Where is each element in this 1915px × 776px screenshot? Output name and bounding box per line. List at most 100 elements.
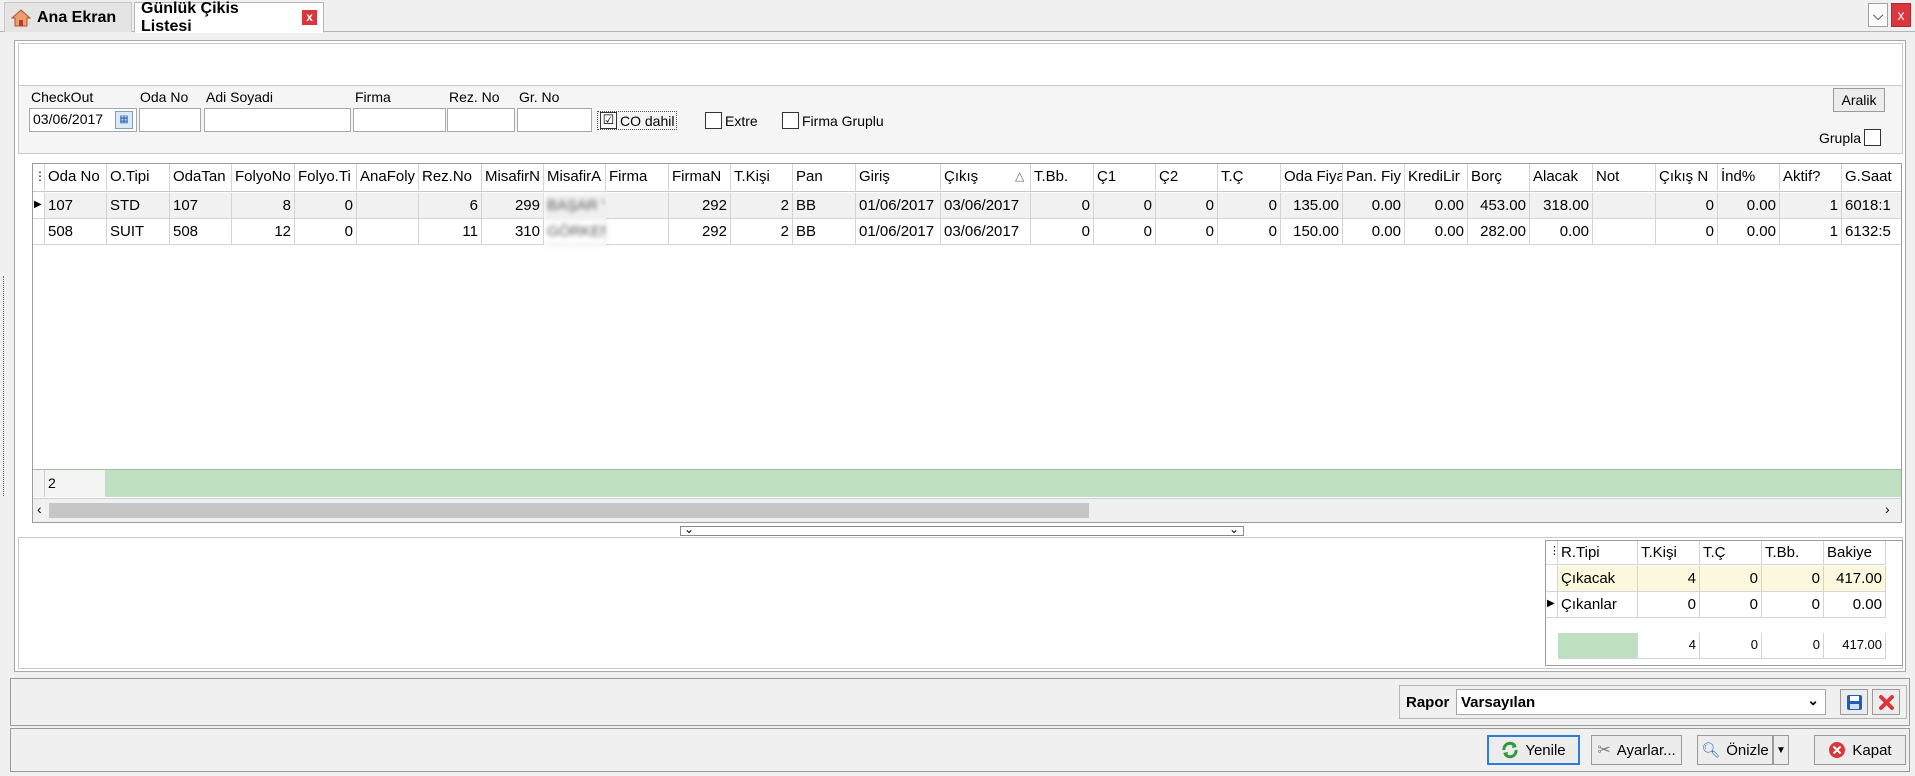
column-header[interactable]: Oda Fiya	[1281, 164, 1343, 192]
table-cell[interactable]: BB	[793, 219, 856, 245]
table-cell[interactable]: 282.00	[1468, 219, 1530, 245]
extre-checkbox[interactable]: Extre	[705, 112, 758, 129]
table-row[interactable]: ▶107STD107806299BAŞAR YALSIN2922BB01/06/…	[33, 193, 1901, 219]
summary-column-header[interactable]: T.Kişi	[1638, 541, 1700, 565]
tab-home[interactable]: Ana Ekran	[4, 2, 132, 32]
summary-cell[interactable]: 417.00	[1824, 566, 1886, 592]
table-cell[interactable]: 299	[482, 193, 544, 219]
table-cell[interactable]: 0	[1031, 219, 1094, 245]
table-cell[interactable]: SUIT	[107, 219, 170, 245]
table-cell[interactable]: 508	[45, 219, 107, 245]
summary-cell[interactable]: 4	[1638, 566, 1700, 592]
column-header[interactable]: Giriş	[856, 164, 941, 192]
column-header[interactable]: OdaTan	[170, 164, 232, 192]
window-dropdown-icon[interactable]: ⌵	[1868, 3, 1888, 27]
table-cell[interactable]: 0	[1656, 219, 1718, 245]
table-cell[interactable]: 150.00	[1281, 219, 1343, 245]
summary-column-header[interactable]: T.Bb.	[1762, 541, 1824, 565]
table-cell[interactable]: 0	[1218, 193, 1281, 219]
table-cell[interactable]: 2	[731, 193, 793, 219]
table-cell[interactable]: 6018:1	[1842, 193, 1901, 219]
onizle-button[interactable]: 🔍︎ Önizle	[1697, 735, 1773, 765]
summary-cell[interactable]: Çıkanlar	[1558, 592, 1638, 618]
table-cell[interactable]: 0.00	[1405, 219, 1468, 245]
summary-cell[interactable]: Çıkacak	[1558, 566, 1638, 592]
table-cell[interactable]: 6	[419, 193, 482, 219]
column-header[interactable]: Firma	[606, 164, 669, 192]
firma-input[interactable]	[353, 108, 446, 132]
column-header[interactable]: Alacak	[1530, 164, 1593, 192]
table-cell[interactable]: 107	[45, 193, 107, 219]
table-cell[interactable]: 8	[232, 193, 295, 219]
ayarlar-button[interactable]: ✂ Ayarlar...	[1591, 735, 1682, 765]
column-header[interactable]: MisafirN	[482, 164, 544, 192]
column-header[interactable]: Çıkış N	[1656, 164, 1718, 192]
tab-gunluk-cikis[interactable]: Günlük Çikis Listesi x	[134, 0, 324, 35]
table-cell[interactable]: BB	[793, 193, 856, 219]
table-cell[interactable]	[357, 219, 419, 245]
table-cell[interactable]: GÖRKEM YALSIN	[544, 219, 606, 245]
table-cell[interactable]: 0.00	[1405, 193, 1468, 219]
column-header[interactable]: KrediLir	[1405, 164, 1468, 192]
table-cell[interactable]	[1593, 219, 1656, 245]
report-select[interactable]: Varsayılan ⌄	[1456, 689, 1826, 715]
table-cell[interactable]: 01/06/2017	[856, 219, 941, 245]
table-cell[interactable]: 01/06/2017	[856, 193, 941, 219]
table-cell[interactable]: 0	[1656, 193, 1718, 219]
table-cell[interactable]: 0	[1031, 193, 1094, 219]
aralik-button[interactable]: Aralik	[1833, 88, 1885, 112]
table-cell[interactable]: 0	[1218, 219, 1281, 245]
table-cell[interactable]	[606, 219, 669, 245]
table-row[interactable]: 508SUIT50812011310GÖRKEM YALSIN2922BB01/…	[33, 219, 1901, 245]
summary-cell[interactable]: 0	[1700, 566, 1762, 592]
table-cell[interactable]	[1593, 193, 1656, 219]
table-cell[interactable]: 292	[669, 193, 731, 219]
tab-close-icon[interactable]: x	[302, 10, 317, 25]
table-cell[interactable]: 292	[669, 219, 731, 245]
scroll-right-icon[interactable]: ›	[1885, 501, 1890, 517]
odano-input[interactable]	[139, 108, 201, 132]
table-cell[interactable]: 0.00	[1530, 219, 1593, 245]
column-header[interactable]: Folyo.Ti	[295, 164, 357, 192]
delete-report-button[interactable]	[1872, 689, 1900, 715]
table-cell[interactable]: 0	[1156, 193, 1218, 219]
summary-cell[interactable]: 0	[1762, 592, 1824, 618]
table-cell[interactable]: 107	[170, 193, 232, 219]
table-cell[interactable]: 0	[1156, 219, 1218, 245]
rezno-input[interactable]	[447, 108, 515, 132]
scroll-thumb[interactable]	[49, 503, 1089, 518]
summary-cell[interactable]: 0	[1638, 592, 1700, 618]
column-header[interactable]: Not	[1593, 164, 1656, 192]
column-header[interactable]: FolyoNo	[232, 164, 295, 192]
table-cell[interactable]: 0	[1094, 193, 1156, 219]
table-cell[interactable]: BAŞAR YALSIN	[544, 193, 606, 219]
column-header[interactable]: G.Saat	[1842, 164, 1901, 192]
summary-column-header[interactable]: T.Ç	[1700, 541, 1762, 565]
grupla-checkbox[interactable]: Grupla	[1819, 129, 1882, 146]
table-cell[interactable]: 0.00	[1343, 193, 1405, 219]
column-header[interactable]: Ç1	[1094, 164, 1156, 192]
summary-cell[interactable]: 0	[1762, 566, 1824, 592]
column-header[interactable]: T.Ç	[1218, 164, 1281, 192]
adisoyadi-input[interactable]	[204, 108, 351, 132]
grid-column-chooser-icon[interactable]: ⋮	[33, 164, 45, 192]
horizontal-scrollbar[interactable]: ‹ ›	[33, 498, 1901, 522]
vertical-splitter[interactable]: ⌄ ⌄	[680, 522, 1244, 536]
table-cell[interactable]	[357, 193, 419, 219]
column-header[interactable]: AnaFoly	[357, 164, 419, 192]
column-header[interactable]: Borç	[1468, 164, 1530, 192]
table-cell[interactable]: 0.00	[1718, 219, 1780, 245]
table-cell[interactable]: 1	[1780, 219, 1842, 245]
table-cell[interactable]: 135.00	[1281, 193, 1343, 219]
summary-cell[interactable]: 0	[1700, 592, 1762, 618]
calendar-icon[interactable]: ▦	[115, 111, 133, 129]
table-cell[interactable]: 0.00	[1718, 193, 1780, 219]
table-cell[interactable]: 12	[232, 219, 295, 245]
column-header[interactable]: Aktif?	[1780, 164, 1842, 192]
table-cell[interactable]: 2	[731, 219, 793, 245]
onizle-dropdown-button[interactable]: ▼	[1773, 735, 1789, 765]
table-cell[interactable]: 0	[295, 219, 357, 245]
summary-cell[interactable]: 0.00	[1824, 592, 1886, 618]
column-header[interactable]: Rez.No	[419, 164, 482, 192]
firma-gruplu-checkbox[interactable]: Firma Gruplu	[782, 112, 884, 129]
